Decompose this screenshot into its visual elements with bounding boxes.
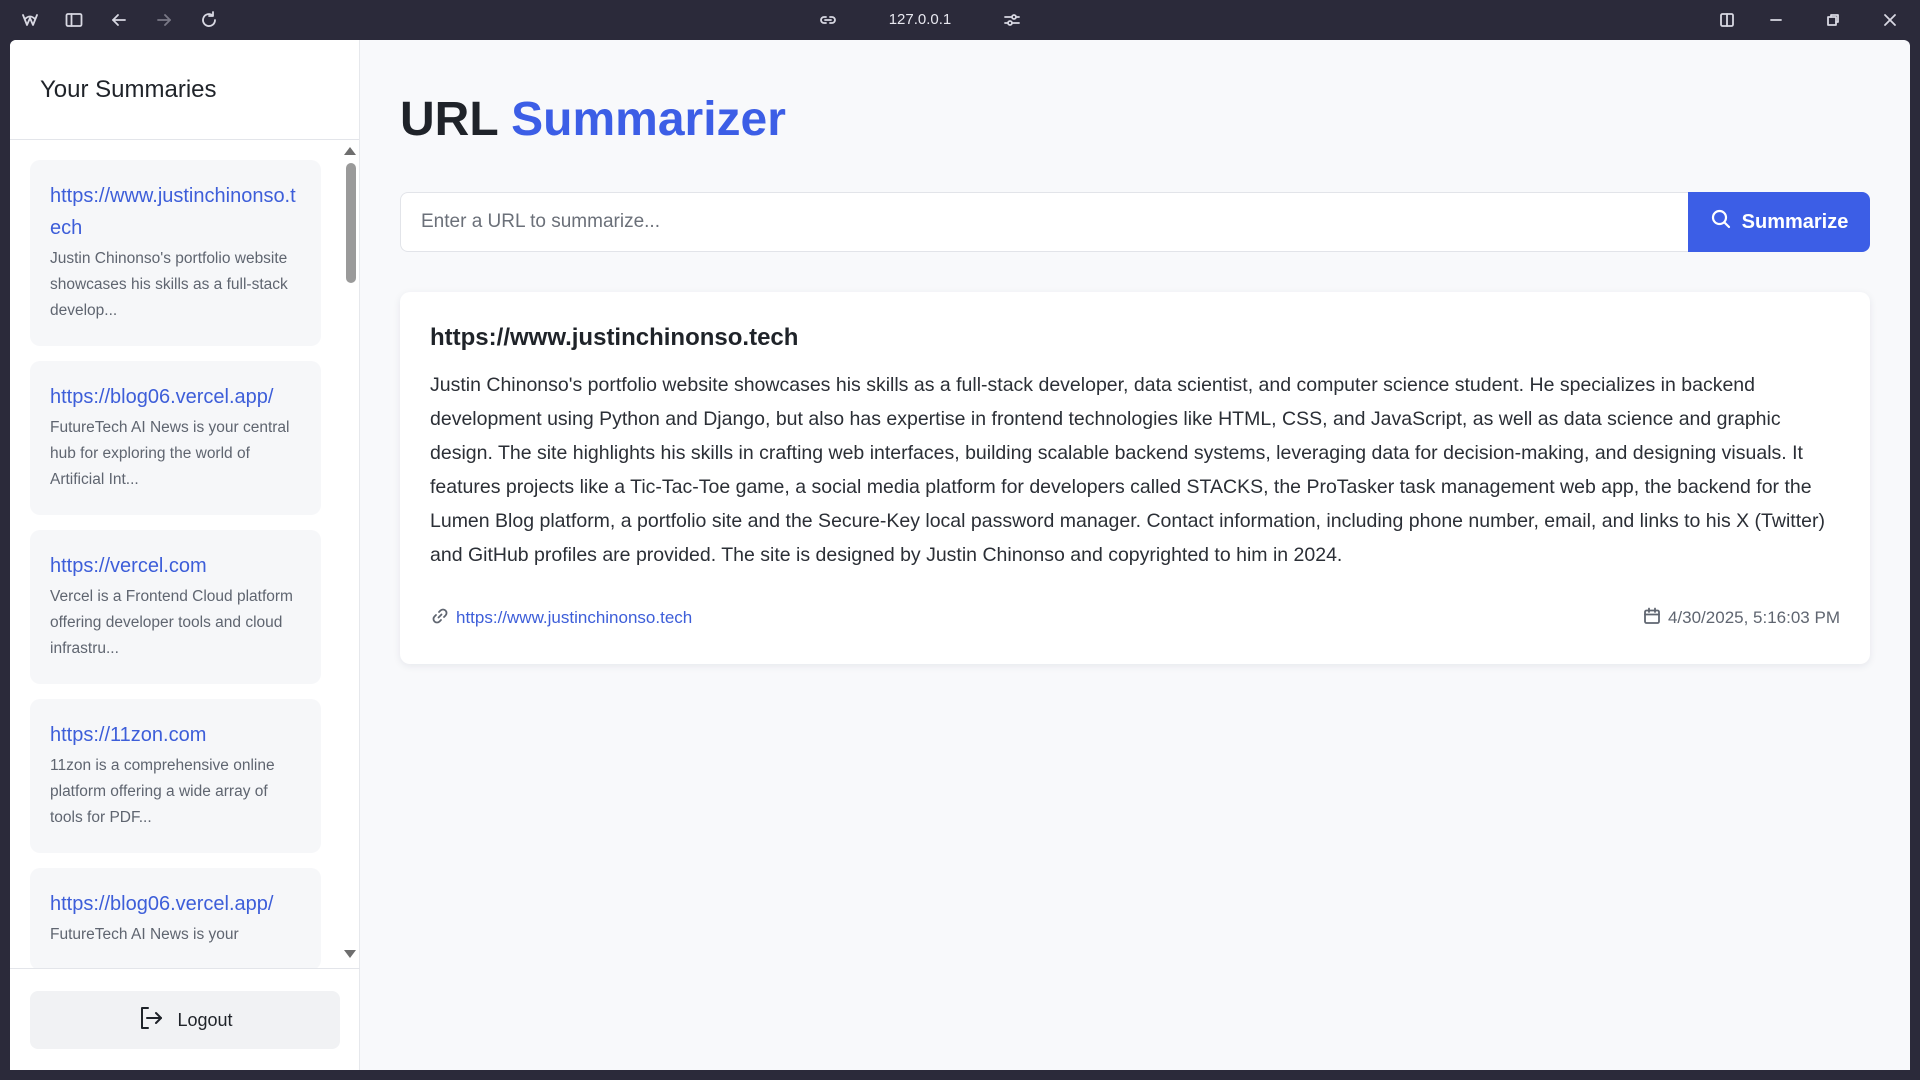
summary-card-snippet: FutureTech AI News is your central hub f…	[50, 419, 290, 488]
logout-button[interactable]: Logout	[30, 991, 340, 1049]
sidebar: Your Summaries https://www.justinchinons…	[10, 40, 360, 1070]
result-heading: https://www.justinchinonso.tech	[430, 324, 799, 351]
summary-card-snippet: FutureTech AI News is your	[50, 926, 239, 943]
result-meta: https://www.justinchinonso.tech 4/30/202…	[430, 606, 1840, 630]
logout-label: Logout	[177, 1009, 233, 1030]
summary-card-snippet: 11zon is a comprehensive online platform…	[50, 757, 275, 826]
result-timestamp: 4/30/2025, 5:16:03 PM	[1642, 606, 1840, 631]
summary-card-url[interactable]: https://blog06.vercel.app/	[50, 381, 301, 413]
summary-card[interactable]: https://www.justinchinonso.tech Justin C…	[30, 160, 321, 346]
sidebar-title: Your Summaries	[40, 75, 217, 103]
result-summary-text: Justin Chinonso's portfolio website show…	[430, 374, 1825, 566]
summary-card[interactable]: https://vercel.com Vercel is a Frontend …	[30, 530, 321, 684]
summary-card-snippet: Vercel is a Frontend Cloud platform offe…	[50, 588, 293, 657]
summarize-button[interactable]: Summarize	[1688, 192, 1870, 252]
address-bar[interactable]: 127.0.0.1	[870, 10, 970, 30]
calendar-icon	[1642, 606, 1662, 631]
summary-card-url[interactable]: https://blog06.vercel.app/	[50, 888, 301, 920]
summary-list[interactable]: https://www.justinchinonso.tech Justin C…	[10, 141, 360, 968]
sidebar-scrollbar[interactable]	[342, 141, 358, 968]
summary-card-snippet: Justin Chinonso's portfolio website show…	[50, 250, 288, 319]
title-prefix: URL	[400, 93, 498, 146]
sidebar-toggle-icon[interactable]	[62, 8, 86, 32]
source-link-text[interactable]: https://www.justinchinonso.tech	[456, 608, 692, 628]
sidebar-header: Your Summaries	[10, 40, 359, 140]
back-icon[interactable]	[107, 8, 131, 32]
browser-toolbar: 127.0.0.1	[0, 0, 1920, 40]
title-accent: Summarizer	[511, 93, 786, 146]
page-title: URL Summarizer	[400, 90, 786, 150]
app-window: Your Summaries https://www.justinchinons…	[10, 40, 1910, 1070]
summary-card[interactable]: https://blog06.vercel.app/ FutureTech AI…	[30, 361, 321, 515]
split-view-icon[interactable]	[1715, 8, 1739, 32]
sidebar-footer: Logout	[10, 968, 360, 1070]
summary-card-url[interactable]: https://www.justinchinonso.tech	[50, 180, 301, 244]
summarize-label: Summarize	[1741, 210, 1849, 233]
search-icon	[1710, 208, 1732, 236]
browser-logo-icon[interactable]	[18, 8, 42, 32]
restore-icon[interactable]	[1821, 8, 1845, 32]
scroll-thumb[interactable]	[346, 163, 356, 283]
reload-icon[interactable]	[197, 8, 221, 32]
source-link[interactable]: https://www.justinchinonso.tech	[430, 606, 692, 631]
scroll-down-arrow-icon[interactable]	[344, 950, 356, 958]
summary-card-url[interactable]: https://11zon.com	[50, 719, 301, 751]
summary-card[interactable]: https://11zon.com 11zon is a comprehensi…	[30, 699, 321, 853]
summary-card-url[interactable]: https://vercel.com	[50, 550, 301, 582]
timestamp-text: 4/30/2025, 5:16:03 PM	[1667, 608, 1840, 627]
link-icon[interactable]	[816, 8, 840, 32]
main-content: URL Summarizer Summarize https://www.jus…	[400, 40, 1880, 1070]
forward-icon[interactable]	[152, 8, 176, 32]
site-settings-icon[interactable]	[1000, 8, 1024, 32]
link-icon	[430, 606, 450, 631]
summary-result-card: https://www.justinchinonso.tech Justin C…	[400, 292, 1870, 664]
logout-icon	[137, 1004, 165, 1037]
summary-card[interactable]: https://blog06.vercel.app/ FutureTech AI…	[30, 868, 321, 968]
close-icon[interactable]	[1878, 8, 1902, 32]
scroll-up-arrow-icon[interactable]	[344, 147, 356, 155]
url-input[interactable]	[400, 192, 1688, 252]
minimize-icon[interactable]	[1764, 8, 1788, 32]
